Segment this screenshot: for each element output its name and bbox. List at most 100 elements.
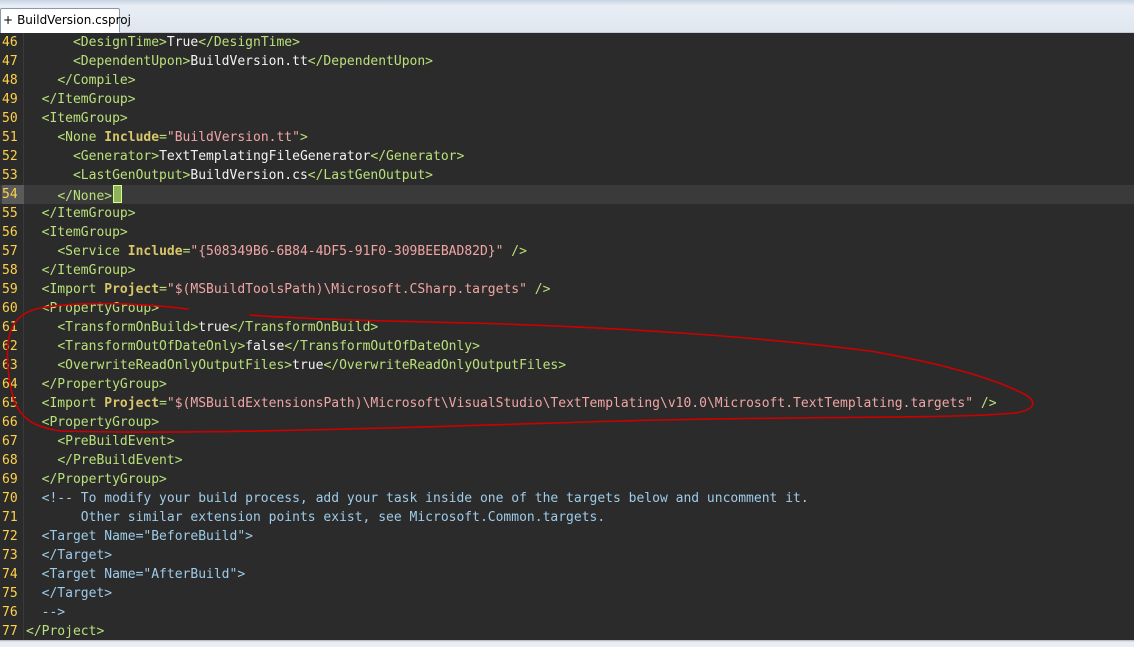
line-code: <Import Project="$(MSBuildExtensionsPath…: [26, 394, 997, 413]
line-code: </Project>: [26, 622, 104, 641]
line-number: 62: [2, 339, 18, 354]
code-line[interactable]: 68 </PreBuildEvent>: [0, 451, 1134, 470]
tab-buildversion-csproj[interactable]: + BuildVersion.csproj: [0, 8, 131, 33]
code-line[interactable]: 60 <PropertyGroup>: [0, 299, 1134, 318]
line-number: 56: [2, 225, 18, 240]
line-code: -->: [26, 603, 65, 622]
line-code: </PropertyGroup>: [26, 470, 167, 489]
code-line[interactable]: 74 <Target Name="AfterBuild">: [0, 565, 1134, 584]
code-line[interactable]: 46 <DesignTime>True</DesignTime>: [0, 33, 1134, 52]
line-code: </Target>: [26, 584, 112, 603]
code-line[interactable]: 65 <Import Project="$(MSBuildExtensionsP…: [0, 394, 1134, 413]
xml-tag-close: >: [104, 189, 113, 204]
code-line[interactable]: 50 <ItemGroup>: [0, 109, 1134, 128]
line-number: 64: [2, 377, 18, 392]
line-number: 76: [2, 605, 18, 620]
xml-tag-close: </TransformOutOfDateOnly>: [284, 339, 480, 354]
code-line[interactable]: 59 <Import Project="$(MSBuildToolsPath)\…: [0, 280, 1134, 299]
code-line[interactable]: 47 <DependentUpon>BuildVersion.tt</Depen…: [0, 52, 1134, 71]
xml-tag: </PreBuildEvent>: [57, 453, 183, 468]
line-code: <DependentUpon>BuildVersion.tt</Dependen…: [26, 52, 433, 71]
code-line[interactable]: 70 <!-- To modify your build process, ad…: [0, 489, 1134, 508]
xml-text-content: TextTemplatingFileGenerator: [159, 149, 371, 164]
line-number: 61: [2, 320, 18, 335]
line-number: 72: [2, 529, 18, 544]
code-line[interactable]: 62 <TransformOutOfDateOnly>false</Transf…: [0, 337, 1134, 356]
line-number: 55: [2, 206, 18, 221]
code-line[interactable]: 57 <Service Include="{508349B6-6B84-4DF5…: [0, 242, 1134, 261]
line-number: 49: [2, 92, 18, 107]
line-code: <PreBuildEvent>: [26, 432, 175, 451]
code-line[interactable]: 71 Other similar extension points exist,…: [0, 508, 1134, 527]
code-line[interactable]: 61 <TransformOnBuild>true</TransformOnBu…: [0, 318, 1134, 337]
line-code: <TransformOnBuild>true</TransformOnBuild…: [26, 318, 378, 337]
line-code: Other similar extension points exist, se…: [26, 508, 605, 527]
code-line[interactable]: 66 <PropertyGroup>: [0, 413, 1134, 432]
xml-text-content: BuildVersion.tt: [190, 54, 308, 69]
line-code: </ItemGroup>: [26, 90, 136, 109]
line-number: 67: [2, 434, 18, 449]
code-line[interactable]: 64 </PropertyGroup>: [0, 375, 1134, 394]
comment-text: <!-- To modify your build process, add y…: [41, 491, 809, 506]
line-number: 48: [2, 73, 18, 88]
line-code: <Generator>TextTemplatingFileGenerator</…: [26, 147, 464, 166]
xml-tag: </None: [57, 189, 105, 204]
code-line[interactable]: 58 </ItemGroup>: [0, 261, 1134, 280]
xml-tag-close: </LastGenOutput>: [307, 168, 434, 183]
code-line[interactable]: 53 <LastGenOutput>BuildVersion.cs</LastG…: [0, 166, 1134, 185]
xml-attribute-value: "{508349B6-6B84-4DF5-91F0-309BEEBAD82D}": [190, 244, 504, 259]
xml-tag: </ItemGroup>: [41, 263, 136, 278]
line-code: <Target Name="AfterBuild">: [26, 565, 246, 584]
code-line[interactable]: 69 </PropertyGroup>: [0, 470, 1134, 489]
line-number: 50: [2, 111, 18, 126]
comment-text: <Target Name="BeforeBuild">: [41, 529, 253, 544]
horizontal-scrollbar[interactable]: [0, 640, 1134, 647]
line-number: 70: [2, 491, 18, 506]
code-editor[interactable]: 46 <DesignTime>True</DesignTime> 47 <Depe…: [0, 33, 1134, 640]
code-line[interactable]: 55 </ItemGroup>: [0, 204, 1134, 223]
line-code: </Compile>: [26, 71, 135, 90]
code-line[interactable]: 76 -->: [0, 603, 1134, 622]
code-line[interactable]: 51 <None Include="BuildVersion.tt">: [0, 128, 1134, 147]
code-line[interactable]: 73 </Target>: [0, 546, 1134, 565]
xml-attribute-value: "BuildVersion.tt": [166, 130, 300, 145]
comment-text: <Target Name="AfterBuild">: [41, 567, 246, 582]
code-line[interactable]: 75 </Target>: [0, 584, 1134, 603]
code-line[interactable]: 48 </Compile>: [0, 71, 1134, 90]
line-code: </ItemGroup>: [26, 204, 136, 223]
code-line[interactable]: 56 <ItemGroup>: [0, 223, 1134, 242]
xml-tag: <TransformOnBuild>: [57, 320, 199, 335]
code-line[interactable]: 52 <Generator>TextTemplatingFileGenerato…: [0, 147, 1134, 166]
code-line[interactable]: 63 <OverwriteReadOnlyOutputFiles>true</O…: [0, 356, 1134, 375]
horizontal-scrollbar-thumb[interactable]: [0, 642, 1134, 647]
code-line[interactable]: 49 </ItemGroup>: [0, 90, 1134, 109]
line-number: 47: [2, 54, 18, 69]
code-line[interactable]: 67 <PreBuildEvent>: [0, 432, 1134, 451]
xml-text-content: true: [292, 358, 324, 373]
xml-tag-close: </DependentUpon>: [307, 54, 434, 69]
code-line[interactable]: 72 <Target Name="BeforeBuild">: [0, 527, 1134, 546]
line-number: 59: [2, 282, 18, 297]
code-line[interactable]: 77 </Project>: [0, 622, 1134, 641]
line-number: 68: [2, 453, 18, 468]
code-line[interactable]: 54 </None>: [0, 185, 1134, 204]
xml-tag: </PropertyGroup>: [41, 472, 167, 487]
tab-pin-icon[interactable]: +: [1, 13, 13, 27]
xml-attribute-value: "$(MSBuildExtensionsPath)\Microsoft\Visu…: [166, 396, 974, 411]
xml-attribute-name: Project: [104, 282, 160, 297]
xml-tag: <PreBuildEvent>: [57, 434, 175, 449]
xml-tag: <Import: [41, 396, 105, 411]
line-code: <Import Project="$(MSBuildToolsPath)\Mic…: [26, 280, 551, 299]
comment-text: </Target>: [41, 548, 113, 563]
